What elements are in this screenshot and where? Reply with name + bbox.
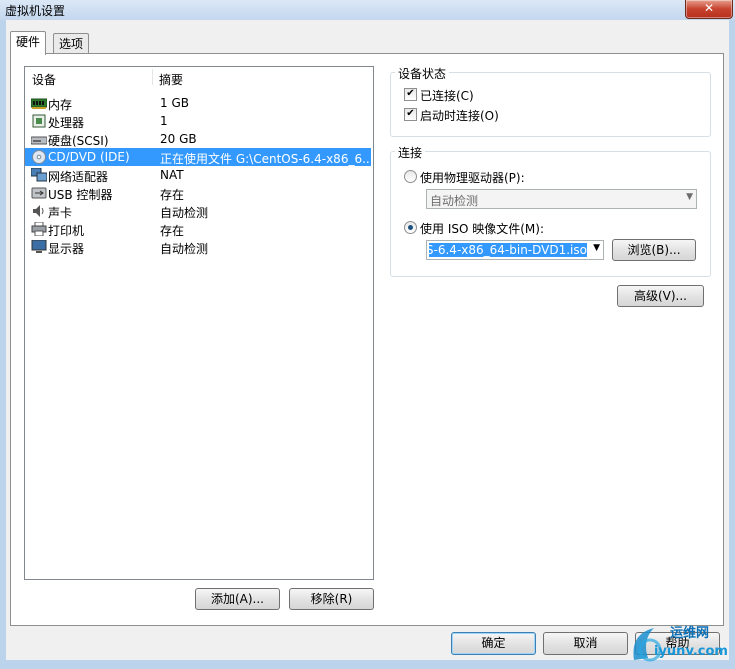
device-summary: NAT — [160, 168, 184, 182]
ok-button[interactable]: 确定 — [451, 632, 536, 655]
radio-selected-dot — [408, 225, 413, 230]
device-list[interactable]: 设备 摘要 内存 1 GB 处理器 1 硬盘(SCSI) 20 GB CD/DV… — [24, 66, 374, 580]
tab-options-label: 选项 — [59, 37, 84, 51]
device-row-network[interactable]: 网络适配器 NAT — [25, 166, 371, 184]
browse-button-label: 浏览(B)... — [627, 243, 681, 257]
connection-title: 连接 — [395, 144, 426, 161]
device-name: 声卡 — [48, 206, 73, 220]
device-summary: 1 GB — [160, 96, 189, 110]
device-name: 内存 — [48, 98, 73, 112]
memory-icon — [31, 98, 47, 109]
chevron-down-icon[interactable]: ▼ — [593, 243, 600, 253]
device-name: USB 控制器 — [48, 188, 113, 202]
column-separator[interactable] — [152, 69, 153, 85]
device-summary: 自动检测 — [160, 242, 209, 256]
tab-hardware-label: 硬件 — [16, 35, 41, 49]
add-button-label: 添加(A)... — [210, 592, 265, 606]
cd-dvd-icon — [32, 150, 46, 164]
hardware-panel: 设备 摘要 内存 1 GB 处理器 1 硬盘(SCSI) 20 GB CD/DV… — [10, 53, 724, 626]
ok-button-label: 确定 — [481, 636, 506, 650]
column-header-device[interactable]: 设备 — [32, 71, 56, 88]
tab-options[interactable]: 选项 — [53, 33, 90, 54]
watermark-text: 运维网 — [670, 626, 710, 641]
iso-image-label[interactable]: 使用 ISO 映像文件(M): — [420, 220, 544, 237]
display-icon — [31, 240, 47, 253]
device-name: 硬盘(SCSI) — [48, 134, 109, 148]
device-summary: 存在 — [160, 224, 185, 238]
device-status-title: 设备状态 — [395, 65, 450, 82]
device-row-processor[interactable]: 处理器 1 — [25, 112, 371, 130]
window-title: 虚拟机设置 — [5, 4, 66, 18]
check-icon: ✔ — [406, 108, 415, 119]
device-row-harddisk[interactable]: 硬盘(SCSI) 20 GB — [25, 130, 371, 148]
processor-icon — [32, 114, 46, 128]
physical-drive-select: 自动检测 ▼ — [426, 189, 697, 209]
watermark-logo: 运维网 iyunv.com — [628, 620, 728, 666]
add-button[interactable]: 添加(A)... — [195, 588, 280, 610]
device-row-cd-dvd[interactable]: CD/DVD (IDE) 正在使用文件 G:\CentOS-6.4-x86_6.… — [25, 148, 371, 166]
iso-image-input[interactable]: OS-6.4-x86_64-bin-DVD1.iso ▼ — [426, 240, 604, 260]
device-name: 显示器 — [48, 242, 85, 256]
close-button[interactable]: ✕ — [685, 0, 733, 19]
physical-drive-radio[interactable] — [404, 170, 417, 183]
check-icon: ✔ — [406, 88, 415, 99]
cancel-button-label: 取消 — [573, 636, 598, 650]
iso-image-value: OS-6.4-x86_64-bin-DVD1.iso — [429, 243, 587, 257]
tab-hardware[interactable]: 硬件 — [10, 31, 47, 55]
advanced-button[interactable]: 高级(V)... — [617, 285, 704, 307]
usb-icon — [31, 187, 47, 199]
close-icon: ✕ — [703, 1, 715, 15]
device-row-usb[interactable]: USB 控制器 存在 — [25, 184, 371, 202]
title-bar: 虚拟机设置 ✕ — [0, 0, 735, 20]
watermark-url: iyunv.com — [654, 644, 728, 659]
sound-icon — [33, 205, 44, 217]
device-name: 打印机 — [48, 224, 85, 238]
device-status-group: 设备状态 ✔ 已连接(C) ✔ 启动时连接(O) — [390, 65, 711, 137]
physical-drive-value: 自动检测 — [430, 194, 479, 208]
column-header-summary[interactable]: 摘要 — [159, 71, 183, 88]
connected-checkbox[interactable]: ✔ — [404, 88, 417, 101]
network-adapter-icon — [31, 168, 47, 182]
device-name: 处理器 — [48, 116, 85, 130]
device-row-memory[interactable]: 内存 1 GB — [25, 94, 371, 112]
harddisk-icon — [31, 136, 47, 145]
browse-button[interactable]: 浏览(B)... — [612, 239, 696, 261]
connection-group: 连接 使用物理驱动器(P): 自动检测 ▼ 使用 ISO 映像文件(M): OS… — [390, 144, 711, 277]
chevron-down-icon: ▼ — [686, 192, 693, 202]
device-row-printer[interactable]: 打印机 存在 — [25, 220, 371, 238]
device-name: CD/DVD (IDE) — [48, 150, 130, 164]
device-row-display[interactable]: 显示器 自动检测 — [25, 238, 371, 256]
device-summary: 正在使用文件 G:\CentOS-6.4-x86_6... — [160, 152, 370, 166]
connect-at-power-on-label[interactable]: 启动时连接(O) — [420, 107, 499, 124]
iso-image-radio[interactable] — [404, 221, 417, 234]
device-list-header: 设备 摘要 — [25, 67, 373, 87]
dialog-client: 硬件 选项 设备 摘要 内存 1 GB 处理器 1 硬盘(SCSI) 20 GB… — [6, 20, 729, 660]
device-summary: 1 — [160, 114, 168, 128]
remove-button[interactable]: 移除(R) — [289, 588, 374, 610]
device-summary: 存在 — [160, 188, 185, 202]
connect-at-power-on-checkbox[interactable]: ✔ — [404, 108, 417, 121]
physical-drive-label[interactable]: 使用物理驱动器(P): — [420, 169, 525, 186]
device-summary: 20 GB — [160, 132, 197, 146]
device-name: 网络适配器 — [48, 170, 109, 184]
device-row-sound[interactable]: 声卡 自动检测 — [25, 202, 371, 220]
advanced-button-label: 高级(V)... — [633, 289, 688, 303]
remove-button-label: 移除(R) — [310, 592, 353, 606]
connected-label[interactable]: 已连接(C) — [420, 87, 474, 104]
printer-icon — [31, 222, 47, 236]
cancel-button[interactable]: 取消 — [543, 632, 628, 655]
device-summary: 自动检测 — [160, 206, 209, 220]
